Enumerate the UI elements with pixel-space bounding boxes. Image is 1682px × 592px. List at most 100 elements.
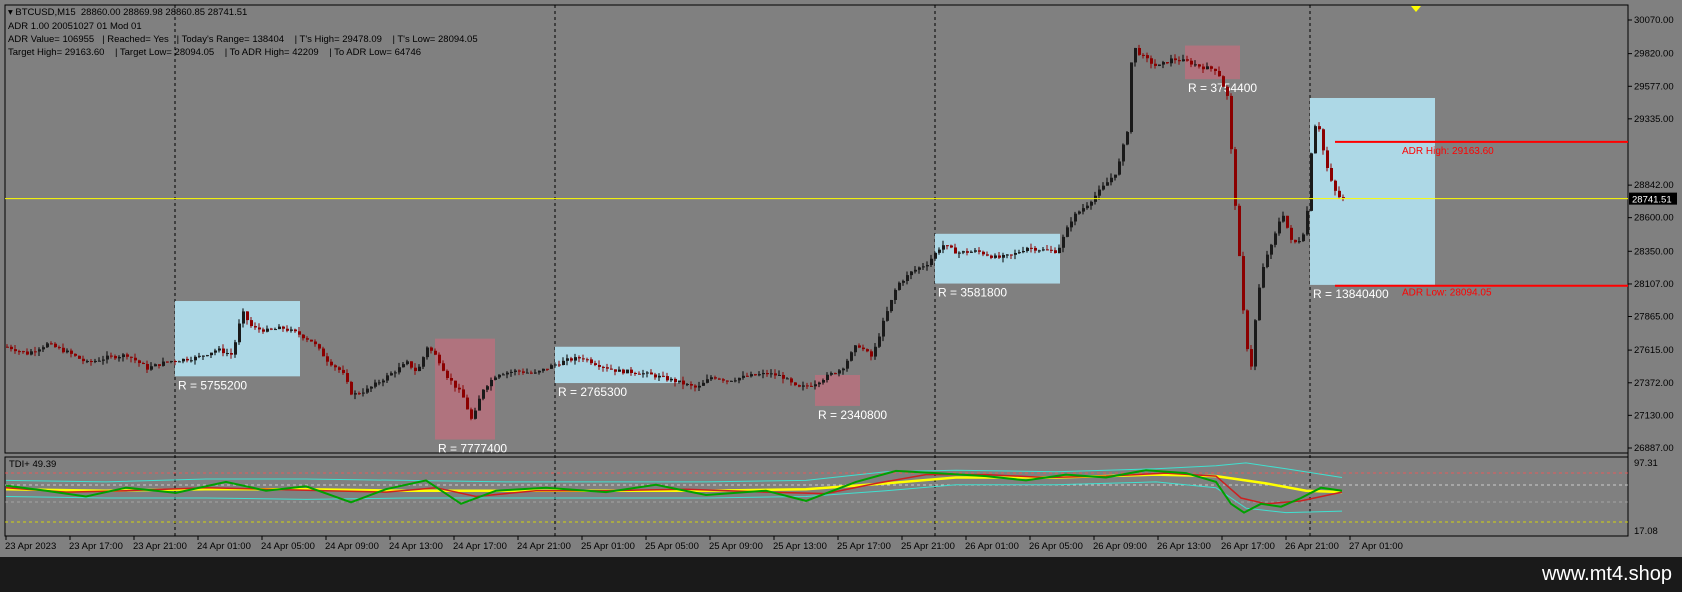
candle-body: [1342, 197, 1345, 199]
candle-body: [602, 366, 605, 368]
indicator-line: ADR 1.00 20051027 01 Mod 01: [8, 21, 142, 32]
candle-body: [994, 255, 997, 258]
candle-body: [114, 355, 117, 359]
target-line: Target High= 29163.60 | Target Low= 2809…: [8, 47, 422, 58]
candle-body: [94, 360, 97, 362]
candle-body: [338, 367, 341, 370]
candle-body: [838, 370, 841, 374]
candle-body: [890, 300, 893, 312]
candle-body: [1038, 250, 1041, 252]
candle-body: [30, 351, 33, 355]
candle-body: [402, 364, 405, 368]
candle-body: [618, 369, 621, 372]
candle-body: [62, 347, 65, 353]
candle-body: [1006, 254, 1009, 256]
candle-body: [1310, 153, 1313, 211]
candle-body: [1222, 76, 1225, 87]
candle-body: [582, 358, 585, 360]
candle-body: [986, 254, 989, 256]
candle-body: [274, 329, 277, 331]
candle-body: [122, 354, 125, 358]
candle-body: [1226, 86, 1229, 96]
candle-body: [978, 250, 981, 252]
candle-body: [958, 252, 961, 254]
candle-body: [54, 343, 57, 348]
candle-body: [182, 358, 185, 362]
candle-body: [418, 366, 421, 372]
candle-body: [10, 346, 13, 350]
y-tick-label: 29577.00: [1634, 81, 1674, 92]
candle-body: [310, 339, 313, 342]
candle-body: [1202, 66, 1205, 70]
price-axis: 30070.00 29820.00 29577.00 29335.00 28842.00…: [1628, 15, 1674, 454]
x-tick-label: 26 Apr 17:00: [1221, 541, 1275, 552]
x-tick-label: 26 Apr 13:00: [1157, 541, 1211, 552]
candle-body: [778, 374, 781, 376]
candle-body: [374, 382, 377, 387]
candle-body: [202, 355, 205, 357]
range-box: [555, 346, 680, 384]
candle-body: [686, 384, 689, 386]
range-box-label: R = 7777400: [438, 442, 507, 456]
candle-body: [786, 378, 789, 380]
x-tick-label: 26 Apr 01:00: [965, 541, 1019, 552]
candle-body: [794, 382, 797, 386]
candle-body: [866, 349, 869, 352]
candle-body: [558, 364, 561, 366]
candle-body: [266, 328, 269, 332]
candle-body: [466, 397, 469, 410]
y-tick-label: 27615.00: [1634, 345, 1674, 356]
candle-body: [294, 329, 297, 332]
adr-low-label: ADR Low: 28094.05: [1402, 288, 1492, 299]
candle-body: [26, 351, 29, 355]
candle-body: [1022, 251, 1025, 253]
candle-body: [806, 385, 809, 387]
candle-body: [954, 247, 957, 254]
candle-body: [966, 251, 969, 253]
candle-body: [638, 373, 641, 375]
candle-body: [826, 374, 829, 381]
candle-body: [118, 357, 121, 359]
candle-body: [1086, 205, 1089, 209]
candle-body: [642, 373, 645, 375]
candle-body: [650, 372, 653, 375]
candle-body: [1182, 59, 1185, 62]
candle-body: [18, 351, 21, 353]
candle-body: [478, 398, 481, 411]
range-box: [175, 301, 300, 377]
candle-body: [410, 361, 413, 368]
candle-body: [610, 368, 613, 370]
candle-body: [1326, 150, 1329, 168]
candle-body: [926, 264, 929, 267]
y-tick-label: 26887.00: [1634, 443, 1674, 454]
candle-body: [490, 379, 493, 387]
candle-body: [146, 363, 149, 370]
candle-body: [766, 373, 769, 375]
candle-body: [1058, 247, 1061, 254]
candle-body: [1234, 149, 1237, 206]
candle-body: [1242, 256, 1245, 311]
candle-body: [234, 342, 237, 355]
candle-body: [1218, 70, 1221, 77]
candle-body: [406, 361, 409, 365]
candle-body: [474, 410, 477, 419]
candle-body: [646, 372, 649, 374]
candle-body: [574, 357, 577, 361]
candle-body: [1214, 68, 1217, 71]
candle-body: [614, 369, 617, 372]
y-tick-label: 28600.00: [1634, 213, 1674, 224]
candle-body: [1258, 287, 1261, 321]
candle-body: [194, 356, 197, 361]
candle-body: [78, 355, 81, 359]
candle-body: [1054, 250, 1057, 254]
candle-body: [1134, 47, 1137, 63]
candle-body: [774, 373, 777, 376]
candle-body: [306, 338, 309, 340]
x-tick-label: 23 Apr 17:00: [69, 541, 123, 552]
adr-line: ADR Value= 106955 | Reached= Yes | Today…: [8, 34, 478, 45]
candle-body: [286, 328, 289, 331]
candle-body: [1246, 310, 1249, 350]
candle-body: [754, 374, 757, 376]
candle-body: [690, 384, 693, 386]
y-tick-label: 28107.00: [1634, 279, 1674, 290]
